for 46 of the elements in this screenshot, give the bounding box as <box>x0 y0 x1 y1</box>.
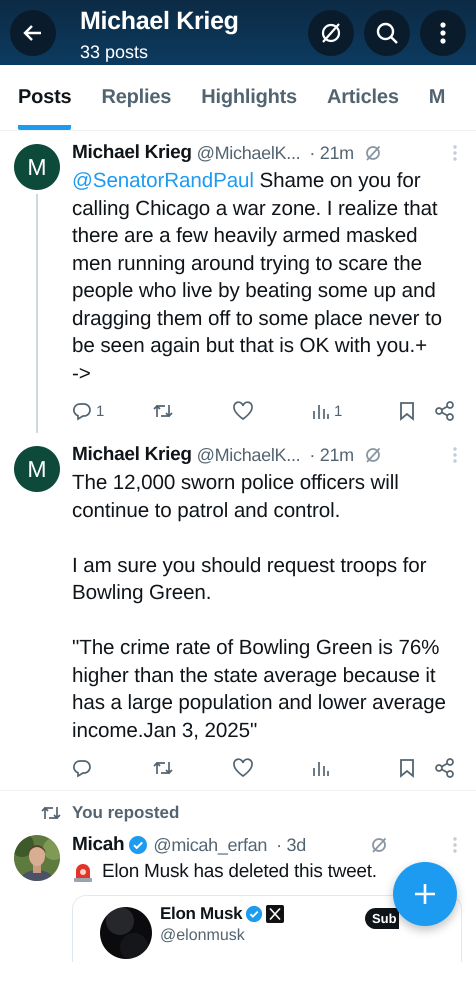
reply-icon[interactable] <box>72 758 92 778</box>
avatar[interactable]: M <box>14 144 60 190</box>
reply-icon[interactable] <box>72 401 92 421</box>
heart-icon[interactable] <box>232 758 254 778</box>
quoted-name: Elon Musk <box>160 904 242 924</box>
profile-tab[interactable]: Articles <box>326 65 399 130</box>
profile-name: Michael Krieg <box>80 6 240 36</box>
profile-tab[interactable]: Replies <box>101 65 172 130</box>
profile-tab[interactable]: Posts <box>18 65 72 130</box>
author-handle: @MichaelK... <box>196 444 300 466</box>
post-time: · 21m <box>309 444 354 466</box>
bookmark-icon[interactable] <box>398 401 416 421</box>
post-time: · 3d <box>276 834 306 856</box>
search-button[interactable] <box>364 10 410 56</box>
profile-tab[interactable]: Highlights <box>201 65 297 130</box>
plus-icon <box>412 881 438 907</box>
share-icon[interactable] <box>434 401 456 421</box>
reply-count: 1 <box>96 402 104 420</box>
author-handle: @micah_erfan <box>153 834 268 856</box>
siren-icon <box>72 861 94 883</box>
more-button[interactable] <box>420 10 466 56</box>
author-name[interactable]: Michael Krieg <box>72 444 192 466</box>
post-count: 33 posts <box>80 41 150 64</box>
subscribe-button[interactable]: Sub <box>365 908 399 929</box>
quoted-handle: @elonmusk <box>160 927 246 945</box>
back-button[interactable] <box>10 10 56 56</box>
x-logo-icon <box>266 905 284 923</box>
repost-label: You reposted <box>72 803 180 823</box>
more-icon <box>439 20 447 44</box>
post-text: The 12,000 sworn police officers will continue to patrol and control. I am sure you should request troops for Bowling Green. "The crime rate of Bowling Green is 76% higher than the state average because it has a large population and lower average income.Jan 3, 2025" <box>72 470 447 744</box>
author-handle: @MichaelK... <box>196 142 300 164</box>
post-text: Elon Musk has deleted this tweet. <box>102 861 377 883</box>
avatar[interactable]: M <box>14 446 60 492</box>
bookmark-icon[interactable] <box>398 758 416 778</box>
author-name[interactable]: Michael Krieg <box>72 142 192 164</box>
share-icon[interactable] <box>434 758 456 778</box>
post-text: @SenatorRandPaul Shame on you for calling Chicago a war zone. I realize that there are a few heavily armed masked men running around trying to scare the people who live by beating some up and dragging them off to some place never to be seen again but that is OK with you.+ -> <box>72 168 443 386</box>
view-count: 1 <box>334 402 342 420</box>
post-time: · 21m <box>309 142 354 164</box>
repost-icon <box>40 804 62 822</box>
views-icon[interactable] <box>312 402 330 420</box>
views-icon[interactable] <box>312 759 330 777</box>
author-name[interactable]: Micah <box>72 834 124 856</box>
grok-button[interactable] <box>308 10 354 56</box>
profile-tab[interactable]: M <box>428 65 446 130</box>
heart-icon[interactable] <box>232 401 254 421</box>
